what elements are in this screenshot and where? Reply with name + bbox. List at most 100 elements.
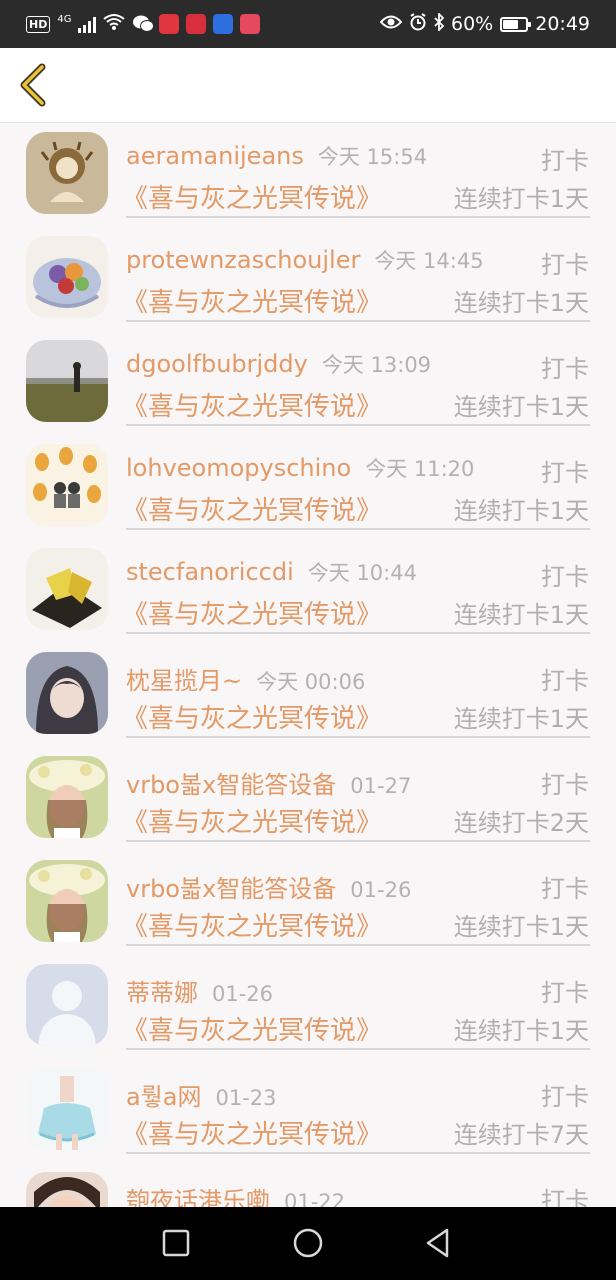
checkin-time: 01-22 [284, 1190, 346, 1207]
book-title-link[interactable]: 《喜与灰之光冥传说》 [122, 178, 382, 215]
divider [126, 840, 590, 842]
book-title-link[interactable]: 《喜与灰之光冥传说》 [122, 1010, 382, 1047]
app-icon-pink [240, 14, 261, 34]
avatar[interactable] [26, 1068, 108, 1150]
streak-label: 连续打卡1天 [453, 185, 589, 213]
checkin-label: 打卡 [541, 355, 589, 383]
circle-icon [293, 1228, 323, 1258]
avatar[interactable] [26, 756, 108, 838]
streak-label: 连续打卡1天 [453, 705, 589, 733]
user-name-text: vrbo볿x智能答设备 [126, 875, 337, 903]
checkin-label: 打卡 [541, 147, 589, 175]
user-name-text: stecfanoriccdi [126, 558, 294, 586]
book-title-link[interactable]: 《喜与灰之光冥传说》 [122, 386, 382, 423]
user-name: aeramanijeans 今天 15:54 [126, 141, 427, 171]
avatar[interactable] [26, 236, 108, 318]
home-button[interactable] [290, 1225, 326, 1261]
triangle-back-icon [426, 1228, 449, 1258]
checkin-list: aeramanijeans 今天 15:54 打卡 《喜与灰之光冥传说》 连续打卡… [0, 123, 616, 1207]
back-button[interactable] [14, 62, 58, 108]
chevron-left-icon [20, 63, 46, 107]
list-item[interactable]: vrbo볿x智能答设备 01-26 打卡 《喜与灰之光冥传说》 连续打卡1天 [0, 851, 616, 955]
battery-icon [500, 16, 532, 32]
streak-label: 连续打卡2天 [453, 809, 589, 837]
user-name: dgoolfbubrjddy 今天 13:09 [126, 349, 431, 379]
list-item[interactable]: 匏夜话港乐嘞 01-22 打卡 [0, 1163, 616, 1207]
list-item[interactable]: lohveomopyschino 今天 11:20 打卡 《喜与灰之光冥传说》 连… [0, 435, 616, 539]
divider [126, 632, 590, 634]
user-name-text: vrbo볿x智能答设备 [126, 771, 337, 799]
book-title-link[interactable]: 《喜与灰之光冥传说》 [122, 282, 382, 319]
avatar[interactable] [26, 860, 108, 942]
user-name-text: 蒂蒂娜 [126, 979, 198, 1007]
divider [126, 944, 590, 946]
system-nav-bar [0, 1207, 616, 1280]
avatar[interactable] [26, 340, 108, 422]
user-name: 匏夜话港乐嘞 01-22 [126, 1181, 345, 1207]
book-title-link[interactable]: 《喜与灰之光冥传说》 [122, 802, 382, 839]
list-item[interactable]: stecfanoriccdi 今天 10:44 打卡 《喜与灰之光冥传说》 连续打… [0, 539, 616, 643]
wechat-icon [132, 14, 155, 34]
app-icon-red [159, 14, 180, 34]
user-name: stecfanoriccdi 今天 10:44 [126, 557, 417, 587]
checkin-time: 01-23 [215, 1086, 277, 1110]
user-name: 枕星揽月~ 今天 00:06 [126, 661, 365, 696]
recents-button[interactable] [158, 1225, 194, 1261]
checkin-time: 今天 14:45 [374, 249, 484, 273]
book-title-link[interactable]: 《喜与灰之光冥传说》 [122, 1114, 382, 1151]
checkin-label: 打卡 [541, 875, 589, 903]
nav-back-button[interactable] [420, 1225, 456, 1261]
checkin-label: 打卡 [541, 459, 589, 487]
user-name-text: 枕星揽月~ [126, 667, 243, 695]
streak-label: 连续打卡1天 [453, 601, 589, 629]
user-name: protewnzaschoujler 今天 14:45 [126, 245, 484, 275]
checkin-time: 01-26 [212, 982, 274, 1006]
alarm-icon [409, 12, 427, 36]
avatar[interactable] [26, 548, 108, 630]
list-item[interactable]: vrbo볿x智能答设备 01-27 打卡 《喜与灰之光冥传说》 连续打卡2天 [0, 747, 616, 851]
streak-label: 连续打卡1天 [453, 1017, 589, 1045]
network-label: 4G [57, 14, 72, 25]
checkin-label: 打卡 [541, 667, 589, 695]
checkin-label: 打卡 [541, 1083, 589, 1111]
list-item[interactable]: a뤟a网 01-23 打卡 《喜与灰之光冥传说》 连续打卡7天 [0, 1059, 616, 1163]
avatar[interactable] [26, 132, 108, 214]
list-item[interactable]: aeramanijeans 今天 15:54 打卡 《喜与灰之光冥传说》 连续打卡… [0, 123, 616, 227]
checkin-time: 今天 15:54 [317, 145, 428, 169]
avatar[interactable] [26, 1172, 108, 1207]
checkin-label: 打卡 [541, 563, 589, 591]
eye-icon [379, 13, 403, 35]
user-name: vrbo볿x智能答设备 01-27 [126, 765, 411, 800]
list-item[interactable]: protewnzaschoujler 今天 14:45 打卡 《喜与灰之光冥传说》… [0, 227, 616, 331]
checkin-time: 今天 13:09 [321, 353, 432, 377]
avatar[interactable] [26, 444, 108, 526]
book-title-link[interactable]: 《喜与灰之光冥传说》 [122, 594, 382, 631]
divider [126, 1152, 590, 1154]
avatar[interactable] [26, 652, 108, 734]
avatar[interactable] [26, 964, 108, 1046]
checkin-time: 今天 11:20 [365, 457, 475, 481]
app-icon-red-2 [186, 14, 207, 34]
streak-label: 连续打卡7天 [453, 1121, 589, 1149]
list-item[interactable]: 枕星揽月~ 今天 00:06 打卡 《喜与灰之光冥传说》 连续打卡1天 [0, 643, 616, 747]
book-title-link[interactable]: 《喜与灰之光冥传说》 [122, 490, 382, 527]
user-name-text: aeramanijeans [126, 142, 304, 170]
streak-label: 连续打卡1天 [453, 497, 589, 525]
square-icon [162, 1229, 190, 1257]
clock: 20:49 [535, 13, 590, 35]
bluetooth-icon [434, 11, 445, 36]
list-item[interactable]: dgoolfbubrjddy 今天 13:09 打卡 《喜与灰之光冥传说》 连续打… [0, 331, 616, 435]
user-name-text: protewnzaschoujler [126, 246, 361, 274]
list-item[interactable]: 蒂蒂娜 01-26 打卡 《喜与灰之光冥传说》 连续打卡1天 [0, 955, 616, 1059]
header-bar [0, 48, 616, 123]
status-left: HD 4G [26, 13, 261, 36]
book-title-link[interactable]: 《喜与灰之光冥传说》 [122, 906, 382, 943]
streak-label: 连续打卡1天 [453, 393, 589, 421]
book-title-link[interactable]: 《喜与灰之光冥传说》 [122, 698, 382, 735]
signal-icon [78, 16, 97, 33]
user-name: a뤟a网 01-23 [126, 1077, 277, 1112]
user-name: lohveomopyschino 今天 11:20 [126, 453, 474, 483]
streak-label: 连续打卡1天 [453, 289, 589, 317]
user-name: vrbo볿x智能答设备 01-26 [126, 869, 411, 904]
user-name-text: a뤟a网 [126, 1083, 202, 1111]
